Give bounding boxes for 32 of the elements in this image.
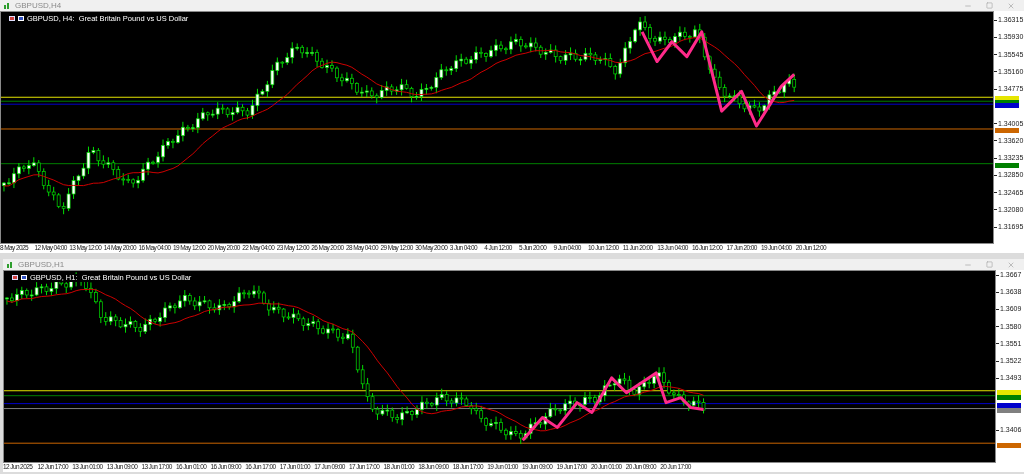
tick-mark bbox=[996, 360, 999, 362]
tick-mark bbox=[994, 123, 997, 124]
tick-mark bbox=[996, 377, 999, 379]
indicator-icon[interactable] bbox=[21, 275, 27, 281]
tick-mark bbox=[994, 54, 997, 55]
close-icon[interactable] bbox=[1007, 260, 1015, 269]
tick-mark bbox=[994, 140, 997, 142]
tick-mark bbox=[996, 274, 999, 276]
maximize-icon[interactable] bbox=[986, 261, 993, 268]
tick-mark bbox=[994, 157, 997, 159]
chart-menu-icon[interactable] bbox=[9, 16, 15, 22]
tick-mark bbox=[994, 209, 997, 211]
tick-mark bbox=[994, 192, 997, 193]
tick-mark bbox=[996, 429, 999, 431]
chart-icon bbox=[7, 261, 14, 268]
indicator-icon[interactable] bbox=[18, 16, 24, 22]
tick-mark bbox=[996, 326, 999, 328]
window-title: GBPUSD,H4 bbox=[15, 1, 62, 10]
tick-mark bbox=[996, 343, 999, 345]
chart-icon bbox=[4, 2, 11, 9]
tick-mark bbox=[994, 19, 997, 21]
tick-mark bbox=[994, 88, 997, 90]
tick-mark bbox=[994, 226, 997, 228]
tick-mark bbox=[994, 36, 997, 38]
window-title: GBPUSD,H1 bbox=[18, 260, 65, 269]
tick-mark bbox=[996, 308, 999, 310]
tick-mark bbox=[994, 174, 997, 176]
close-icon[interactable] bbox=[1007, 1, 1015, 10]
maximize-icon[interactable] bbox=[986, 2, 993, 9]
chart-menu-icon[interactable] bbox=[12, 275, 18, 281]
tick-mark bbox=[994, 71, 997, 73]
tick-mark bbox=[996, 291, 999, 293]
